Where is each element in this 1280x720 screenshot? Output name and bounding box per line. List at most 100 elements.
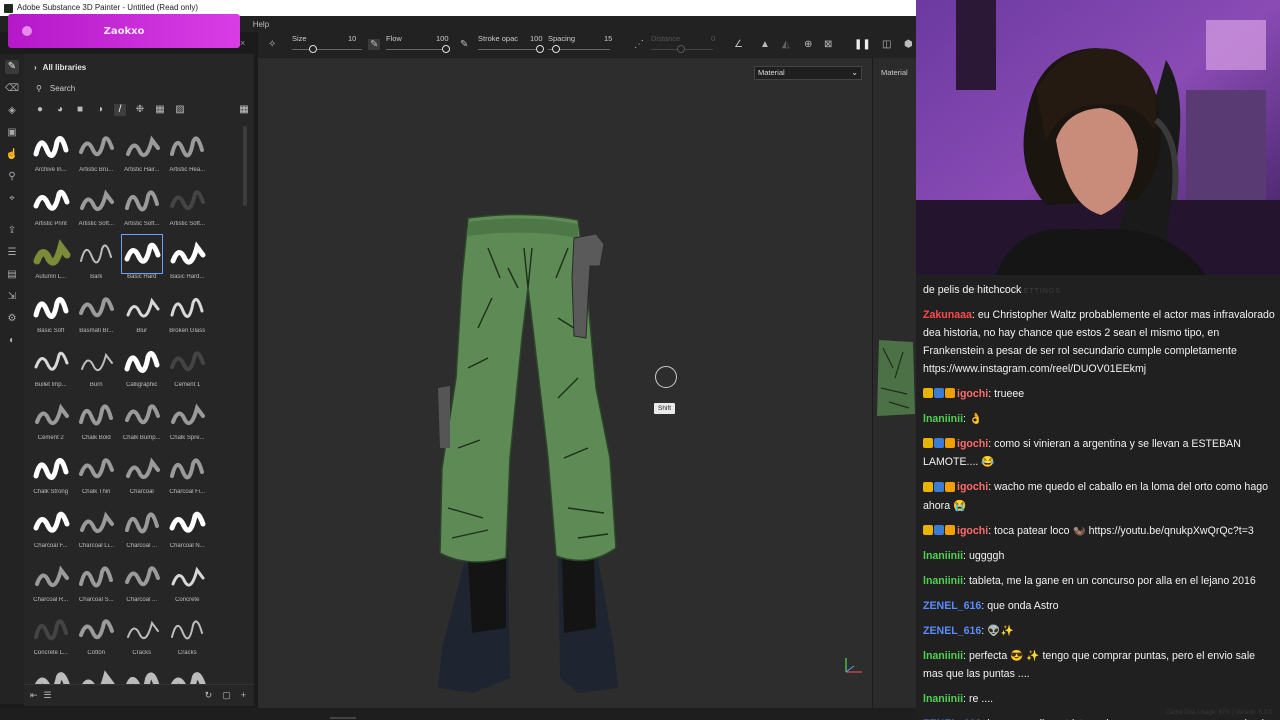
brush-item[interactable]: Artistic Bru...: [74, 128, 120, 182]
stroke-opacity-control[interactable]: Stroke opac 100: [478, 34, 544, 53]
pause-icon[interactable]: ❚❚: [854, 39, 871, 50]
chat-username[interactable]: igochi: [957, 438, 988, 450]
flow-control[interactable]: Flow 100: [386, 34, 450, 53]
brush-item[interactable]: [74, 665, 120, 684]
eraser-icon[interactable]: ⌫: [5, 82, 19, 96]
stroke-opacity-slider-track[interactable]: [478, 49, 540, 50]
chat-username[interactable]: lnaniinii: [923, 575, 963, 587]
refresh-icon[interactable]: ↻: [205, 690, 213, 701]
new-folder-icon[interactable]: ▢: [222, 690, 231, 701]
angle-icon[interactable]: ∠: [734, 39, 743, 50]
chat-username[interactable]: ZENEL_616: [923, 625, 981, 637]
brush-item[interactable]: Blur: [119, 289, 165, 343]
shelf-search[interactable]: ⚲ Search: [24, 80, 254, 96]
brush-item[interactable]: Charcoal N...: [165, 504, 211, 558]
chevron-right-icon[interactable]: ›: [34, 63, 37, 72]
brush-item[interactable]: Chalk Spre...: [165, 396, 211, 450]
display-icon[interactable]: ◐: [5, 334, 19, 348]
brush-item[interactable]: Charcoal Li...: [74, 504, 120, 558]
flow-slider-knob[interactable]: [442, 45, 450, 53]
chat-username[interactable]: lnaniinii: [923, 413, 963, 425]
brush-item[interactable]: Cement 1: [165, 343, 211, 397]
brush-item[interactable]: Artistic Hea...: [165, 128, 211, 182]
brush-item[interactable]: Artistic Soft...: [119, 182, 165, 236]
shelf-close-icon[interactable]: ×: [240, 38, 245, 48]
add-icon[interactable]: +: [241, 690, 246, 701]
brush-item[interactable]: [165, 665, 211, 684]
search-input[interactable]: Search: [50, 84, 75, 93]
brush-item[interactable]: Basmati Br...: [74, 289, 120, 343]
brush-settings-icon[interactable]: ✧: [268, 39, 276, 50]
chat-username[interactable]: igochi: [957, 481, 988, 493]
geometry-mask-icon[interactable]: ▣: [5, 126, 19, 140]
chat-username[interactable]: ZENEL_616: [923, 600, 981, 612]
brush-item[interactable]: Cement 2: [28, 396, 74, 450]
lock-view-icon[interactable]: ⊠: [824, 39, 832, 50]
material-filter-icon[interactable]: ●: [34, 104, 46, 116]
flow-slider-track[interactable]: [386, 49, 448, 50]
brush-item[interactable]: Basic Hard: [119, 234, 165, 289]
spacing-value[interactable]: 15: [604, 34, 612, 43]
flow-pressure-icon[interactable]: ✎: [460, 39, 468, 50]
brush-item[interactable]: Charcoal ...: [119, 504, 165, 558]
brush-item[interactable]: Autumn L...: [28, 235, 74, 289]
smart-material-filter-icon[interactable]: ◕: [54, 104, 66, 116]
brush-item[interactable]: Artistic Soft...: [165, 182, 211, 236]
lazy-mouse-icon[interactable]: ⋰: [634, 39, 644, 50]
brush-item[interactable]: Basic Hard...: [165, 235, 211, 289]
list-view-icon[interactable]: ☰: [44, 690, 52, 701]
brush-item[interactable]: Basic Soft: [28, 289, 74, 343]
export-icon[interactable]: ⇲: [5, 290, 19, 304]
clone-icon[interactable]: ⚲: [5, 170, 19, 184]
brush-item[interactable]: Calligraphic: [119, 343, 165, 397]
brush-item[interactable]: Chalk Bold: [74, 396, 120, 450]
pen-pressure-icon[interactable]: ✎: [368, 39, 381, 50]
brush-item[interactable]: [28, 665, 74, 684]
camera-icon[interactable]: ⊕: [804, 39, 812, 50]
grid-view-icon[interactable]: ▦: [238, 104, 250, 116]
grid-pattern-filter-icon[interactable]: ▦: [154, 104, 166, 116]
brush-item[interactable]: Chalk Thin: [74, 450, 120, 504]
mirror-icon[interactable]: ◭: [782, 39, 790, 50]
chat-username[interactable]: Zakunaaa: [923, 309, 972, 321]
smudge-icon[interactable]: ☝: [5, 148, 19, 162]
flow-value[interactable]: 100: [436, 34, 449, 43]
brush-item[interactable]: Charcoal S...: [74, 558, 120, 612]
texture-set-icon[interactable]: ▤: [5, 268, 19, 282]
render-icon[interactable]: ⬢: [904, 39, 913, 50]
bake-icon[interactable]: ⇪: [5, 224, 19, 238]
chat-username[interactable]: lnaniinii: [923, 693, 963, 705]
size-slider-track[interactable]: [292, 49, 362, 50]
chat-username[interactable]: igochi: [957, 388, 988, 400]
size-slider-knob[interactable]: [309, 45, 317, 53]
collapse-tree-icon[interactable]: ⇤: [30, 690, 38, 701]
brush-item[interactable]: Artistic Print: [28, 182, 74, 236]
brush-item[interactable]: Burn: [74, 343, 120, 397]
brush-item[interactable]: Charcoal Fi...: [165, 450, 211, 504]
brush-item[interactable]: Artistic Hair...: [119, 128, 165, 182]
layers-icon[interactable]: ☰: [5, 246, 19, 260]
mask-filter-icon[interactable]: ■: [74, 104, 86, 116]
spacing-control[interactable]: Spacing 15: [548, 34, 614, 53]
brush-item[interactable]: Bark: [74, 235, 120, 289]
brush-item[interactable]: Charcoal F...: [28, 504, 74, 558]
brush-item[interactable]: Cotton: [74, 611, 120, 665]
brush-item[interactable]: Concrete L...: [28, 611, 74, 665]
environment-filter-icon[interactable]: ▨: [174, 104, 186, 116]
spacing-slider-knob[interactable]: [552, 45, 560, 53]
brush-item[interactable]: Bullet Imp...: [28, 343, 74, 397]
brush-item[interactable]: Broken Glass: [165, 289, 211, 343]
brush-item[interactable]: Cracks: [165, 611, 211, 665]
brush-item[interactable]: Cracks: [119, 611, 165, 665]
2d-viewport[interactable]: Material: [872, 58, 917, 708]
brush-item[interactable]: Charcoal: [119, 450, 165, 504]
brush-filter-icon[interactable]: /: [114, 104, 126, 116]
chat-username[interactable]: lnaniinii: [923, 650, 963, 662]
2d-display-mode-label[interactable]: Material: [881, 68, 908, 77]
brush-item[interactable]: Archive In...: [28, 128, 74, 182]
stroke-opacity-slider-knob[interactable]: [536, 45, 544, 53]
picker-icon[interactable]: ⌖: [5, 192, 19, 206]
chat-username[interactable]: igochi: [957, 525, 988, 537]
brush-item[interactable]: Chalk Bump...: [119, 396, 165, 450]
size-value[interactable]: 10: [348, 34, 356, 43]
